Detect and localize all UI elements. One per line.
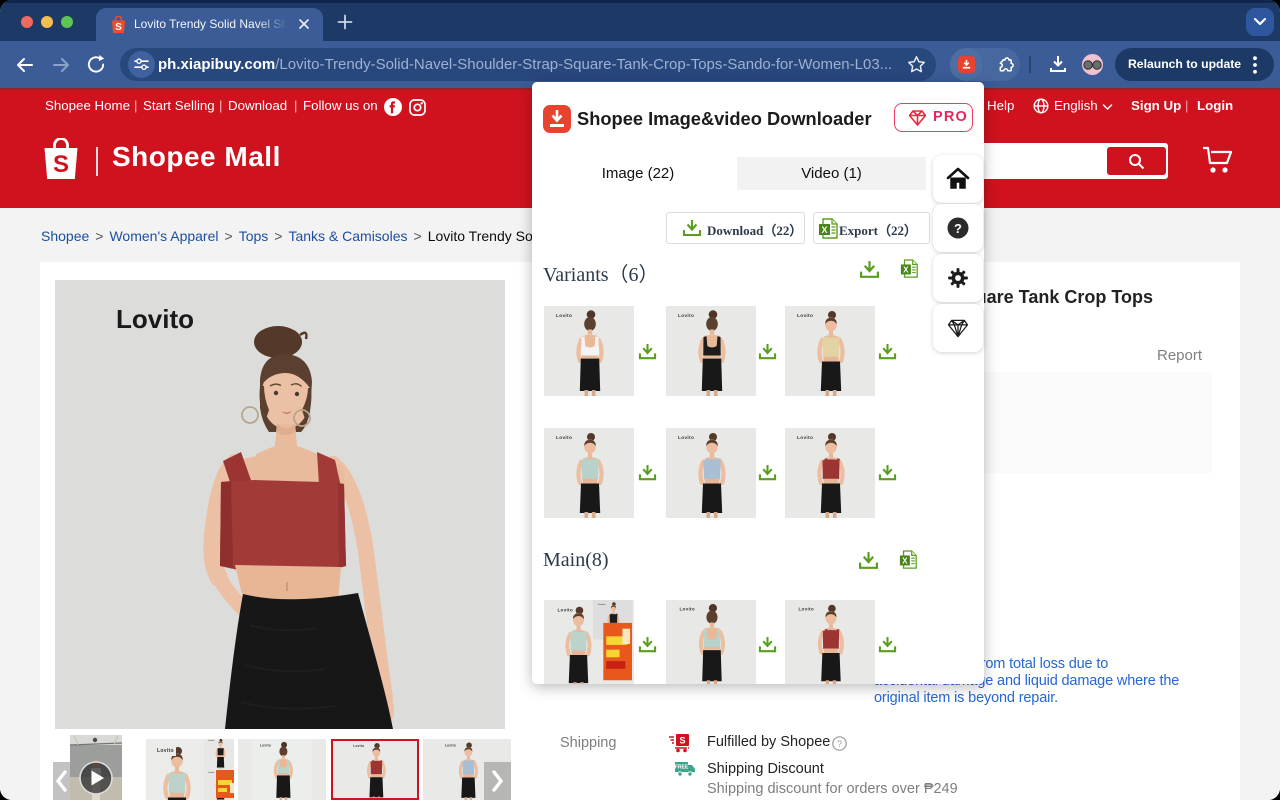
svg-text:Lovito: Lovito [557,607,572,612]
svg-text:S: S [115,22,122,33]
svg-text:X: X [902,557,908,566]
svg-text:X: X [903,266,909,275]
svg-text:X: X [821,225,827,235]
svg-text:S: S [53,151,69,178]
svg-text:?: ? [954,221,962,236]
svg-text:Lovito: Lovito [157,748,174,754]
svg-text:FREE: FREE [675,765,689,771]
svg-text:S: S [679,736,685,746]
svg-text:?: ? [837,739,842,749]
svg-text:Lovito: Lovito [116,304,194,334]
